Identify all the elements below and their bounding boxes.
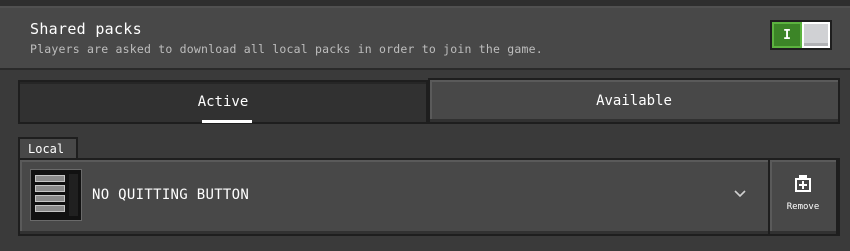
shared-packs-toggle[interactable]: I bbox=[770, 20, 832, 50]
tab-active[interactable]: Active bbox=[18, 80, 428, 124]
tab-available[interactable]: Available bbox=[428, 78, 840, 124]
thumbnail-detail bbox=[69, 174, 78, 216]
toggle-knob bbox=[802, 22, 830, 48]
thumbnail-detail bbox=[35, 185, 65, 192]
shared-packs-description: Players are asked to download all local … bbox=[30, 42, 543, 56]
pack-item-button[interactable]: NO QUITTING BUTTON bbox=[20, 160, 768, 234]
bottom-strip bbox=[0, 244, 850, 251]
thumbnail-detail bbox=[35, 175, 65, 182]
shared-packs-section: Shared packs Players are asked to downlo… bbox=[0, 8, 850, 70]
thumbnail-detail bbox=[35, 205, 65, 212]
pack-tabs: Active Available bbox=[18, 78, 840, 126]
thumbnail-detail bbox=[35, 195, 65, 202]
remove-label: Remove bbox=[786, 202, 820, 212]
shared-packs-title: Shared packs bbox=[30, 20, 142, 38]
top-divider bbox=[0, 0, 850, 8]
pack-settings-panel: Shared packs Players are asked to downlo… bbox=[0, 0, 850, 251]
chevron-down-icon[interactable] bbox=[732, 186, 748, 202]
tab-active-label: Active bbox=[197, 94, 249, 110]
pack-thumbnail bbox=[30, 169, 82, 221]
local-section-label: Local bbox=[18, 137, 78, 159]
tab-available-label: Available bbox=[596, 93, 672, 109]
pack-list-item: NO QUITTING BUTTON Remove bbox=[18, 158, 840, 236]
tab-selected-underline bbox=[202, 120, 252, 123]
remove-pack-button[interactable]: Remove bbox=[770, 160, 836, 234]
toggle-on-indicator: I bbox=[772, 22, 802, 48]
remove-pack-icon bbox=[795, 175, 811, 192]
pack-name: NO QUITTING BUTTON bbox=[92, 187, 250, 203]
